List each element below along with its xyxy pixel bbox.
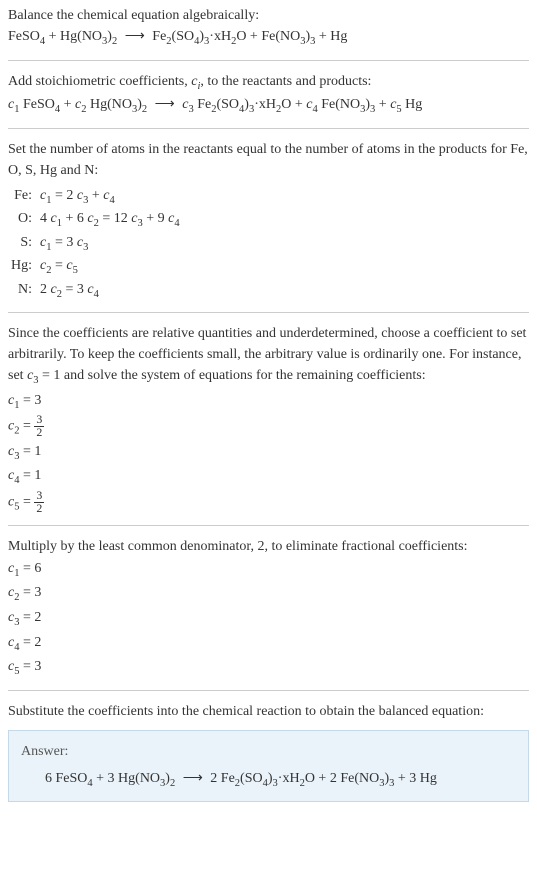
coefficient-line: c5 = 3 (8, 656, 529, 680)
coef-value: 3 (34, 585, 41, 600)
divider (8, 128, 529, 129)
element-label: S: (8, 232, 40, 256)
intro-equation: FeSO4 + Hg(NO3)2 ⟶ Fe2(SO4)3·xH2O + Fe(N… (8, 26, 529, 50)
table-row: N: 2 c2 = 3 c4 (8, 279, 529, 303)
table-row: Fe: c1 = 2 c3 + c4 (8, 185, 529, 209)
answer-box: Answer: 6 FeSO4 + 3 Hg(NO3)2 ⟶ 2 Fe2(SO4… (8, 730, 529, 803)
coef-value: 2 (34, 635, 41, 650)
coefficient-line: c2 = 32 (8, 414, 529, 439)
coefficient-line: c4 = 2 (8, 632, 529, 656)
balance-equation: 4 c1 + 6 c2 = 12 c3 + 9 c4 (40, 208, 529, 232)
divider (8, 525, 529, 526)
coefficient-line: c3 = 2 (8, 607, 529, 631)
coef-value: 3 (34, 659, 41, 674)
answer-equation: 6 FeSO4 + 3 Hg(NO3)2 ⟶ 2 Fe2(SO4)3·xH2O … (21, 768, 516, 792)
coef-value: 1 (34, 444, 41, 459)
element-label: Hg: (8, 255, 40, 279)
coefficient-line: c1 = 3 (8, 390, 529, 414)
step3-section: Since the coefficients are relative quan… (8, 323, 529, 515)
coef-value: 2 (34, 610, 41, 625)
step1-section: Add stoichiometric coefficients, ci, to … (8, 71, 529, 118)
divider (8, 690, 529, 691)
balance-equation: c2 = c5 (40, 255, 529, 279)
intro-section: Balance the chemical equation algebraica… (8, 5, 529, 50)
coefficient-line: c3 = 1 (8, 441, 529, 465)
balance-equation: c1 = 2 c3 + c4 (40, 185, 529, 209)
balance-equation: 2 c2 = 3 c4 (40, 279, 529, 303)
coefficient-line: c2 = 3 (8, 582, 529, 606)
element-label: O: (8, 208, 40, 232)
answer-label: Answer: (21, 741, 516, 762)
step5-text: Substitute the coefficients into the che… (8, 701, 529, 722)
step4-text: Multiply by the least common denominator… (8, 536, 529, 557)
element-label: Fe: (8, 185, 40, 209)
table-row: Hg: c2 = c5 (8, 255, 529, 279)
fraction: 32 (34, 490, 44, 515)
step5-section: Substitute the coefficients into the che… (8, 701, 529, 722)
element-label: N: (8, 279, 40, 303)
coefficients-list: c1 = 3 c2 = 32 c3 = 1 c4 = 1 c5 = 32 (8, 390, 529, 515)
atom-balance-table: Fe: c1 = 2 c3 + c4 O: 4 c1 + 6 c2 = 12 c… (8, 185, 529, 303)
step2-text: Set the number of atoms in the reactants… (8, 139, 529, 181)
coef-value: 1 (34, 468, 41, 483)
step1-text: Add stoichiometric coefficients, ci, to … (8, 71, 529, 95)
table-row: S: c1 = 3 c3 (8, 232, 529, 256)
fraction: 32 (34, 414, 44, 439)
coef-value: 3 (34, 393, 41, 408)
balance-equation: c1 = 3 c3 (40, 232, 529, 256)
divider (8, 60, 529, 61)
coef-value: 6 (34, 561, 41, 576)
coefficients-list: c1 = 6 c2 = 3 c3 = 2 c4 = 2 c5 = 3 (8, 558, 529, 680)
divider (8, 312, 529, 313)
step2-section: Set the number of atoms in the reactants… (8, 139, 529, 303)
coefficient-line: c1 = 6 (8, 558, 529, 582)
coefficient-line: c4 = 1 (8, 465, 529, 489)
step1-equation: c1 FeSO4 + c2 Hg(NO3)2 ⟶ c3 Fe2(SO4)3·xH… (8, 94, 529, 118)
coefficient-line: c5 = 32 (8, 490, 529, 515)
table-row: O: 4 c1 + 6 c2 = 12 c3 + 9 c4 (8, 208, 529, 232)
step3-text: Since the coefficients are relative quan… (8, 323, 529, 389)
intro-text: Balance the chemical equation algebraica… (8, 5, 529, 26)
step4-section: Multiply by the least common denominator… (8, 536, 529, 680)
